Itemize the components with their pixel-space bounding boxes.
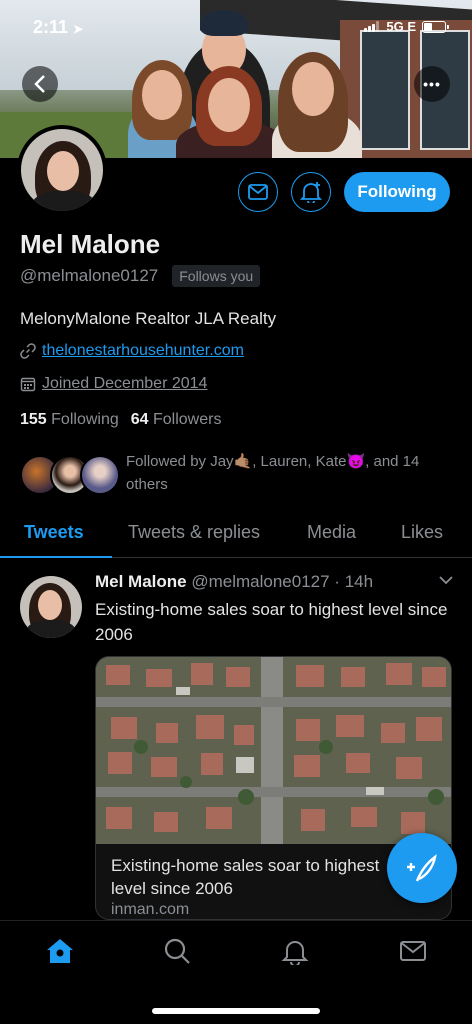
profile-avatar[interactable] — [17, 125, 107, 215]
tab-likes[interactable]: Likes — [401, 522, 443, 543]
status-bar: 2:11 ➤ 5G E — [0, 0, 472, 58]
more-button[interactable]: ••• — [414, 66, 450, 102]
location-arrow-icon: ➤ — [73, 22, 84, 36]
banner-person-head — [292, 62, 334, 116]
nav-search[interactable] — [161, 935, 193, 967]
compose-tweet-button[interactable] — [387, 833, 457, 903]
handle-row: @melmalone0127 Follows you — [20, 265, 261, 287]
network-label: 5G E — [386, 19, 416, 34]
tweet-text: Existing-home sales soar to highest leve… — [95, 600, 448, 644]
bell-icon — [281, 941, 309, 965]
following-count-value: 155 — [20, 411, 47, 428]
profile-name: Mel Malone — [20, 229, 161, 259]
tweet-header: Mel Malone @melmalone0127 · 14h — [95, 572, 373, 592]
profile-tabs: Tweets Tweets & replies Media Likes — [0, 512, 472, 558]
banner-person-head — [142, 70, 182, 120]
joined-date: Joined December 2014 — [42, 375, 208, 392]
nav-messages[interactable] — [397, 935, 429, 967]
active-tab-indicator — [0, 556, 112, 558]
banner-person-head — [208, 78, 250, 132]
joined-row: Joined December 2014 — [20, 375, 207, 393]
aerial-neighborhood-image — [96, 657, 451, 844]
chevron-down-icon — [439, 576, 453, 585]
notifications-button[interactable] — [291, 172, 331, 212]
home-icon — [47, 939, 73, 963]
profile-handle: @melmalone0127 — [20, 266, 159, 285]
back-button[interactable] — [22, 66, 58, 102]
tab-tweets-replies[interactable]: Tweets & replies — [128, 522, 260, 543]
search-icon — [164, 938, 190, 964]
card-title: Existing-home sales soar to highest leve… — [111, 856, 380, 898]
tweet-author-name: Mel Malone — [95, 572, 187, 591]
followed-by-text: Followed by Jay🤙🏽, Lauren, Kate😈, and 14… — [126, 453, 420, 493]
tab-media[interactable]: Media — [307, 522, 356, 543]
card-domain: inman.com — [111, 901, 190, 918]
mail-icon — [248, 184, 268, 200]
message-button[interactable] — [238, 172, 278, 212]
more-icon: ••• — [423, 76, 441, 92]
card-image — [96, 657, 451, 844]
nav-home[interactable] — [44, 935, 76, 967]
followers-count-value: 64 — [130, 411, 149, 428]
compose-feather-icon — [407, 854, 437, 882]
link-icon — [20, 343, 36, 359]
battery-icon — [422, 20, 449, 33]
profile-website-link[interactable]: thelonestarhousehunter.com — [42, 342, 244, 360]
followers-count-label: Followers — [153, 411, 222, 428]
profile-bio: MelonyMalone Realtor JLA Realty — [20, 309, 277, 328]
chevron-left-icon — [34, 75, 45, 93]
follows-you-badge: Follows you — [172, 265, 261, 287]
following-count-label: Following — [51, 411, 119, 428]
mail-icon — [400, 941, 426, 961]
home-indicator — [152, 1008, 320, 1014]
followers-count[interactable]: 64 Followers — [131, 411, 222, 429]
follow-counts: 155 Following 64 Followers — [20, 411, 221, 429]
status-time-text: 2:11 — [33, 17, 69, 37]
following-button[interactable]: Following — [344, 172, 450, 212]
following-count[interactable]: 155 Following — [20, 411, 119, 429]
tab-tweets[interactable]: Tweets — [24, 522, 84, 543]
nav-notifications[interactable] — [279, 935, 311, 967]
website-row: thelonestarhousehunter.com — [20, 342, 244, 360]
bell-plus-icon — [300, 182, 322, 203]
followed-by-row[interactable]: Followed by Jay🤙🏽, Lauren, Kate😈, and 14… — [20, 450, 460, 500]
tweet-meta: @melmalone0127 · 14h — [191, 572, 374, 591]
calendar-icon — [20, 377, 36, 392]
follower-avatar — [80, 455, 120, 495]
signal-icon — [364, 21, 380, 32]
status-indicators: 5G E — [364, 19, 449, 34]
status-time: 2:11 ➤ — [33, 17, 83, 38]
tweet-menu-button[interactable] — [438, 572, 454, 588]
tweet-avatar[interactable] — [20, 576, 82, 638]
